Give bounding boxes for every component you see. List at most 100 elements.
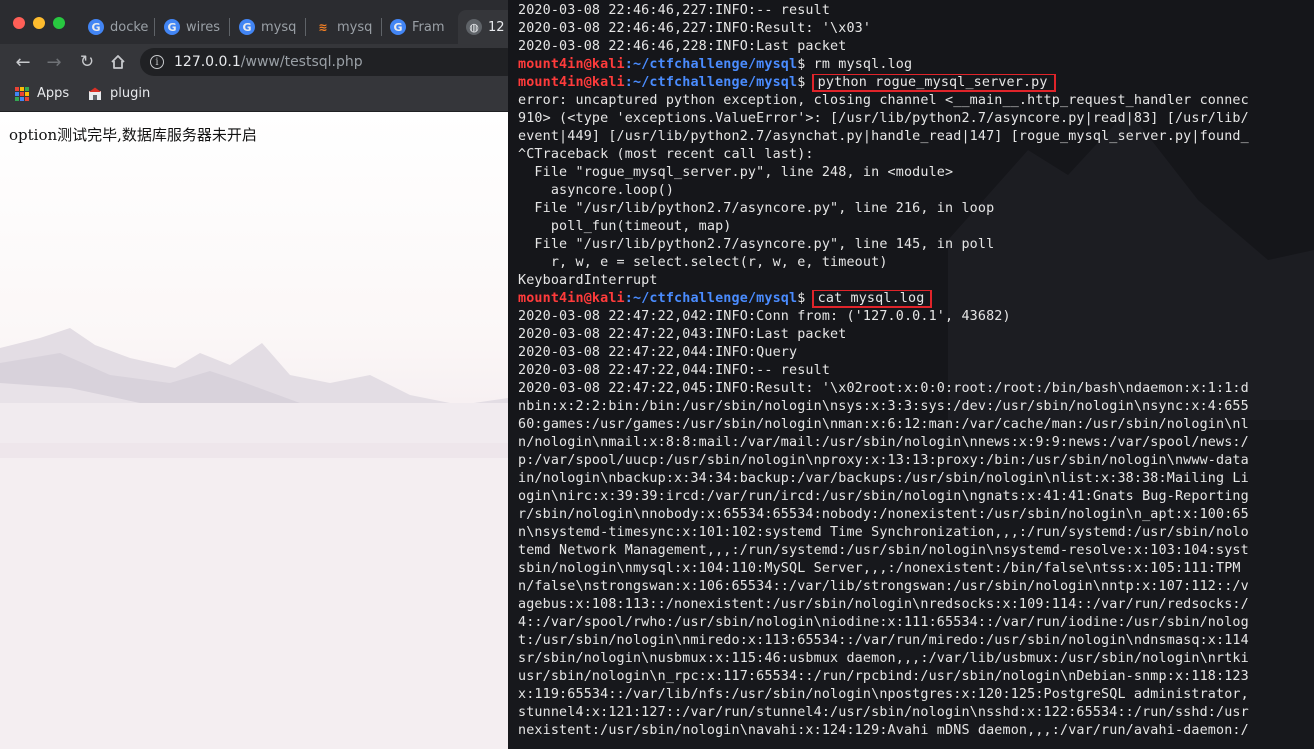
terminal-output-line: stunnel4:x:121:127::/var/run/stunnel4:/u… — [518, 705, 1249, 720]
terminal-output-line: temd Network Management,,,:/run/systemd:… — [518, 543, 1249, 558]
terminal-output-line: ogin\nirc:x:39:39:ircd:/var/run/ircd:/us… — [518, 489, 1249, 504]
terminal-output-line: p:/var/spool/uucp:/usr/sbin/nologin\npro… — [518, 453, 1249, 468]
tab-divider — [305, 18, 306, 36]
browser-toolbar: ← → ↻ i 127.0.0.1/www/testsql.php — [0, 44, 508, 80]
tab-label: docke — [110, 19, 149, 35]
tab-docker[interactable]: G docke — [80, 10, 152, 44]
tab-label: mysq — [337, 19, 373, 35]
google-icon: G — [88, 19, 104, 35]
terminal-output-line: usr/sbin/nologin\n_rpc:x:117:65534::/run… — [518, 669, 1249, 684]
google-icon: G — [390, 19, 406, 35]
tab-strip: G docke G wires G mysq ≋ mysq G Fram ◍ 1… — [0, 0, 508, 44]
forward-arrow-icon[interactable]: → — [42, 50, 66, 74]
tab-mysql-google[interactable]: G mysq — [231, 10, 303, 44]
terminal-output-line: 2020-03-08 22:47:22,045:INFO:Result: '\x… — [518, 381, 1249, 396]
terminal-output-line: n/nologin\nmail:x:8:8:mail:/var/mail:/us… — [518, 435, 1249, 450]
tab-divider — [154, 18, 155, 36]
terminal-prompt-line: mount4in@kali:~/ctfchallenge/mysql$ pyth… — [518, 74, 1314, 92]
url-host: 127.0.0.1 — [174, 54, 241, 70]
tab-label: Fram — [412, 19, 445, 35]
terminal-output-line: t:/usr/sbin/nologin\nmiredo:x:113:65534:… — [518, 633, 1249, 648]
prompt-user: mount4in@kali — [518, 57, 625, 72]
terminal-output-line: 910> (<type 'exceptions.ValueError'>: [/… — [518, 111, 1249, 126]
terminal-output-line: 2020-03-08 22:46:46,227:INFO:Result: '\x… — [518, 21, 872, 36]
tab-mysql-stackoverflow[interactable]: ≋ mysq — [307, 10, 379, 44]
terminal-command: rm mysql.log — [813, 57, 913, 72]
terminal-prompt-line: mount4in@kali:~/ctfchallenge/mysql$ cat … — [518, 290, 1314, 308]
highlighted-command: python rogue_mysql_server.py — [811, 74, 1056, 92]
terminal-output-line: File "rogue_mysql_server.py", line 248, … — [518, 165, 954, 180]
home-icon[interactable] — [106, 50, 130, 74]
tab-label: mysq — [261, 19, 297, 35]
bookmark-label: Apps — [37, 86, 70, 101]
globe-icon: ◍ — [466, 19, 482, 35]
address-bar[interactable]: i 127.0.0.1/www/testsql.php — [140, 48, 508, 76]
prompt-user: mount4in@kali — [518, 75, 625, 90]
mountain-wallpaper-image — [0, 113, 508, 749]
terminal-output-line: 60:games:/usr/games:/usr/sbin/nologin\nm… — [518, 417, 1249, 432]
minimize-window-icon[interactable] — [33, 17, 45, 29]
terminal-output-line: n\nsystemd-timesync:x:101:102:systemd Ti… — [518, 525, 1249, 540]
plugin-bookmark-icon — [88, 87, 102, 101]
terminal-output-line: in/nologin\nbackup:x:34:34:backup:/var/b… — [518, 471, 1249, 486]
bookmark-plugin[interactable]: plugin — [88, 86, 150, 101]
terminal-output-line: 2020-03-08 22:46:46,228:INFO:Last packet — [518, 39, 847, 54]
terminal-output-line: nbin:x:2:2:bin:/bin:/usr/sbin/nologin\ns… — [518, 399, 1249, 414]
bookmarks-bar: Apps plugin — [0, 80, 508, 112]
bookmark-label: plugin — [110, 86, 151, 101]
terminal-output-line: asyncore.loop() — [518, 183, 675, 198]
terminal-output-line: x:119:65534::/var/lib/nfs:/usr/sbin/nolo… — [518, 687, 1249, 702]
apps-grid-icon — [15, 86, 29, 101]
tab-label: 12 — [488, 19, 505, 35]
page-message: option测试完毕,数据库服务器未开启 — [9, 126, 257, 144]
terminal-output-line: error: uncaptured python exception, clos… — [518, 93, 1249, 108]
tab-divider — [229, 18, 230, 36]
url-path: /www/testsql.php — [240, 54, 363, 70]
close-window-icon[interactable] — [13, 17, 25, 29]
stackoverflow-icon: ≋ — [318, 20, 328, 34]
tab-active-localhost[interactable]: ◍ 12 — [458, 10, 508, 44]
terminal-output-line: 2020-03-08 22:46:46,227:INFO:-- result — [518, 3, 831, 18]
reload-icon[interactable]: ↻ — [75, 50, 99, 74]
terminal-window[interactable]: 2020-03-08 22:46:46,227:INFO:-- result 20… — [508, 0, 1314, 749]
google-icon: G — [164, 19, 180, 35]
tab-label: wires — [186, 19, 221, 35]
terminal-output-line: n/false\nstrongswan:x:106:65534::/var/li… — [518, 579, 1249, 594]
tab-wireshark[interactable]: G wires — [156, 10, 228, 44]
web-page-content: option测试完毕,数据库服务器未开启 — [0, 113, 508, 749]
prompt-user: mount4in@kali — [518, 291, 625, 306]
google-icon: G — [239, 19, 255, 35]
terminal-output-line: 2020-03-08 22:47:22,044:INFO:Query — [518, 345, 798, 360]
prompt-path: :~/ctfchallenge/mysql — [624, 75, 798, 90]
terminal-output-line: 2020-03-08 22:47:22,043:INFO:Last packet — [518, 327, 847, 342]
prompt-path: :~/ctfchallenge/mysql — [624, 291, 798, 306]
terminal-output-line: KeyboardInterrupt — [518, 273, 658, 288]
prompt-path: :~/ctfchallenge/mysql — [624, 57, 798, 72]
terminal-output: 2020-03-08 22:46:46,227:INFO:-- result 20… — [518, 2, 1314, 740]
maximize-window-icon[interactable] — [53, 17, 65, 29]
terminal-output-line: sr/sbin/nologin\nusbmux:x:115:46:usbmux … — [518, 651, 1249, 666]
terminal-output-line: r, w, e = select.select(r, w, e, timeout… — [518, 255, 888, 270]
site-info-icon[interactable]: i — [150, 55, 164, 69]
browser-window: G docke G wires G mysq ≋ mysq G Fram ◍ 1… — [0, 0, 508, 749]
prompt-symbol: $ — [797, 291, 814, 306]
terminal-prompt-line: mount4in@kali:~/ctfchallenge/mysql$ rm m… — [518, 56, 1314, 74]
terminal-output-line: nexistent:/usr/sbin/nologin\navahi:x:124… — [518, 723, 1249, 738]
highlighted-command: cat mysql.log — [811, 290, 933, 308]
prompt-symbol: $ — [797, 75, 814, 90]
terminal-output-line: poll_fun(timeout, map) — [518, 219, 732, 234]
terminal-output-line: 4::/var/spool/rwho:/usr/sbin/nologin\nio… — [518, 615, 1249, 630]
terminal-output-line: 2020-03-08 22:47:22,042:INFO:Conn from: … — [518, 309, 1011, 324]
terminal-output-line: File "/usr/lib/python2.7/asyncore.py", l… — [518, 237, 995, 252]
terminal-output-line: r/sbin/nologin\nnobody:x:65534:65534:nob… — [518, 507, 1249, 522]
terminal-output-line: event|449] [/usr/lib/python2.7/asynchat.… — [518, 129, 1249, 144]
terminal-output-line: 2020-03-08 22:47:22,044:INFO:-- result — [518, 363, 831, 378]
prompt-symbol: $ — [797, 57, 814, 72]
terminal-output-line: sbin/nologin\nmysql:x:104:110:MySQL Serv… — [518, 561, 1241, 576]
terminal-output-line: agebus:x:108:113::/nonexistent:/usr/sbin… — [518, 597, 1249, 612]
terminal-output-line: File "/usr/lib/python2.7/asyncore.py", l… — [518, 201, 995, 216]
back-arrow-icon[interactable]: ← — [11, 50, 35, 74]
tab-frame[interactable]: G Fram — [382, 10, 454, 44]
terminal-output-line: ^CTraceback (most recent call last): — [518, 147, 814, 162]
bookmark-apps[interactable]: Apps — [15, 86, 69, 101]
